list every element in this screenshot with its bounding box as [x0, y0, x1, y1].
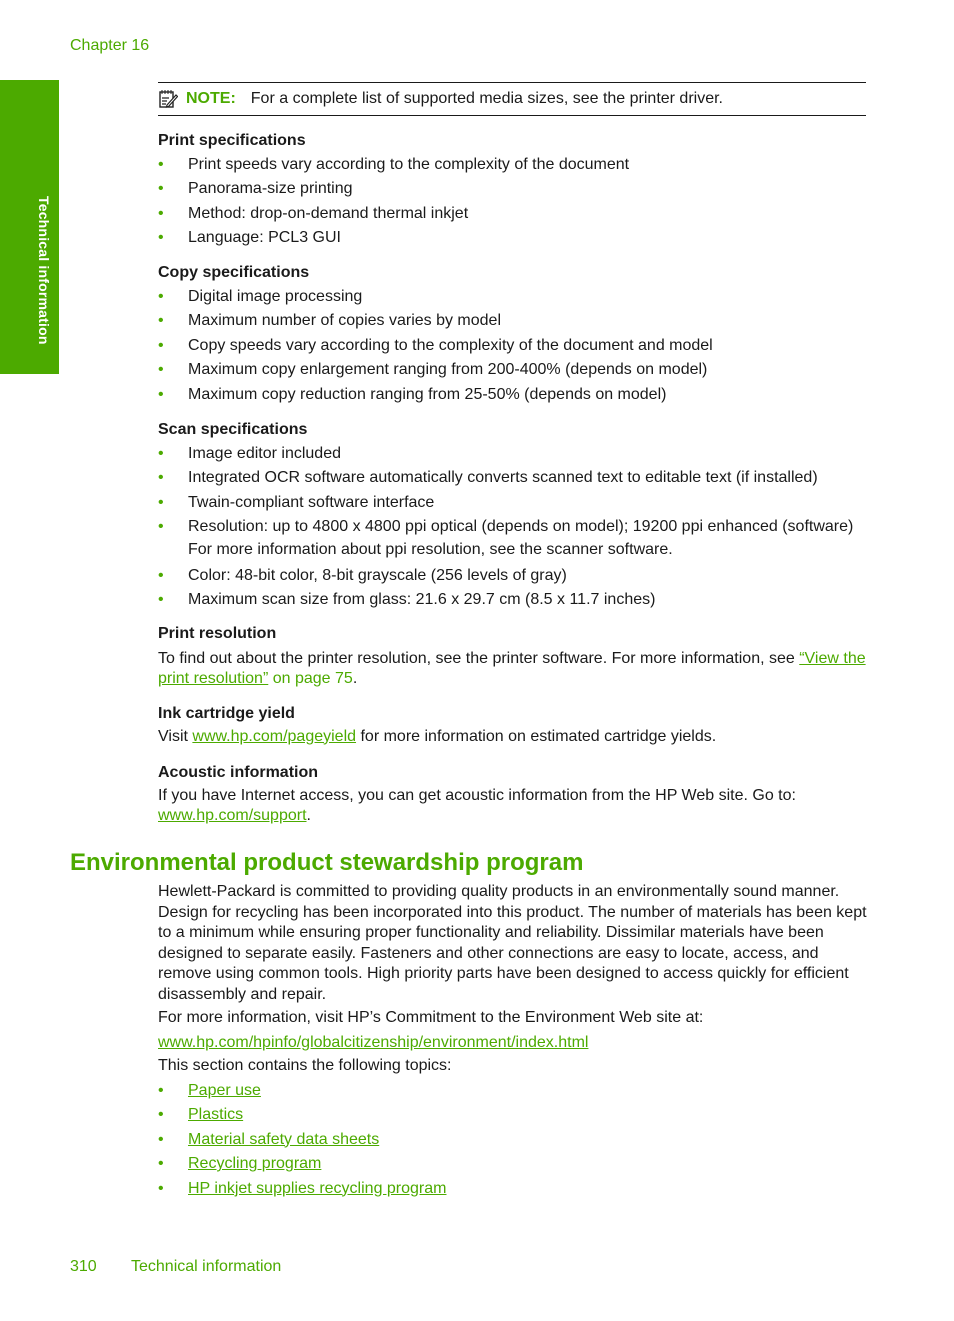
- list-item: • Maximum copy reduction ranging from 25-…: [158, 385, 667, 403]
- list-item: • Twain-compliant software interface: [158, 493, 435, 511]
- print-specifications-heading: Print specifications: [158, 132, 306, 149]
- topic-item: • Plastics: [158, 1106, 244, 1123]
- environmental-section: Hewlett-Packard is committed to providin…: [158, 882, 870, 1199]
- ink-cartridge-yield-section: Ink cartridge yield Visit www.hp.com/pag…: [158, 704, 870, 747]
- acoustic-information-section: Acoustic information If you have Interne…: [158, 763, 870, 827]
- side-tab-label: Technical information: [36, 196, 52, 345]
- print-specifications-section: Print specifications • Print speeds vary …: [158, 131, 870, 249]
- list-item: • Method: drop-on-demand thermal inkjet: [158, 204, 469, 222]
- pageyield-link[interactable]: www.hp.com/pageyield: [192, 728, 356, 745]
- scan-specifications-section: Scan specifications • Image editor includ…: [158, 420, 870, 611]
- list-item: • Maximum copy enlargement ranging from 2…: [158, 361, 708, 378]
- environmental-paragraph: Hewlett-Packard is committed to providin…: [158, 883, 867, 1003]
- topics-intro: This section contains the following topi…: [158, 1057, 452, 1074]
- list-item: • Image editor included: [158, 444, 341, 462]
- chapter-label: Chapter 16: [70, 37, 150, 54]
- print-resolution-text: To find out about the printer resolution…: [158, 649, 866, 688]
- topic-item: • Material safety data sheets: [158, 1130, 380, 1148]
- copy-specifications-section: Copy specifications • Digital image proce…: [158, 263, 870, 405]
- topic-item: • Recycling program: [158, 1155, 322, 1172]
- list-item: • Print speeds vary according to the comp…: [158, 155, 630, 173]
- topic-item: • HP inkjet supplies recycling program: [158, 1179, 447, 1197]
- list-item: • Digital image processing: [158, 287, 363, 305]
- print-resolution-heading: Print resolution: [158, 625, 277, 642]
- list-item: • Color: 48-bit color, 8-bit grayscale (2…: [158, 566, 567, 584]
- list-item: • Maximum scan size from glass: 21.6 x 29…: [158, 591, 656, 608]
- topic-link-paper-use[interactable]: Paper use: [188, 1082, 261, 1099]
- topic-link-plastics[interactable]: Plastics: [188, 1106, 243, 1123]
- more-info-text: For more information, visit HP’s Commitm…: [158, 1009, 704, 1026]
- hp-support-link[interactable]: www.hp.com/support: [158, 807, 307, 824]
- topic-item: • Paper use: [158, 1081, 261, 1099]
- note-label: NOTE:: [186, 90, 236, 107]
- environmental-heading: Environmental product stewardship progra…: [70, 849, 584, 876]
- list-item: • Maximum number of copies varies by mode…: [158, 312, 502, 329]
- footer-section-title: Technical information: [131, 1258, 282, 1275]
- list-item: • Language: PCL3 GUI: [158, 229, 341, 246]
- page-number: 310: [70, 1258, 97, 1275]
- topic-link-inkjet-recycling[interactable]: HP inkjet supplies recycling program: [188, 1180, 446, 1197]
- note-box: NOTE: For a complete list of supported m…: [158, 82, 866, 116]
- note-text: For a complete list of supported media s…: [250, 90, 723, 107]
- acoustic-information-heading: Acoustic information: [158, 764, 319, 781]
- resolution-note: For more information about ppi resolutio…: [188, 540, 673, 558]
- list-item: • Copy speeds vary according to the compl…: [158, 336, 713, 354]
- note-pad-icon: [159, 90, 178, 108]
- topic-link-msds[interactable]: Material safety data sheets: [188, 1131, 379, 1148]
- list-item: • Resolution: up to 4800 x 4800 ppi optic…: [158, 518, 854, 558]
- copy-specifications-heading: Copy specifications: [158, 264, 310, 281]
- list-item: • Integrated OCR software automatically c…: [158, 469, 818, 486]
- print-resolution-section: Print resolution To find out about the p…: [158, 624, 870, 690]
- list-item: • Panorama-size printing: [158, 180, 353, 197]
- topic-link-recycling[interactable]: Recycling program: [188, 1155, 321, 1172]
- ink-cartridge-yield-heading: Ink cartridge yield: [158, 705, 295, 722]
- scan-specifications-heading: Scan specifications: [158, 421, 308, 438]
- environment-url-link[interactable]: www.hp.com/hpinfo/globalcitizenship/envi…: [158, 1034, 588, 1051]
